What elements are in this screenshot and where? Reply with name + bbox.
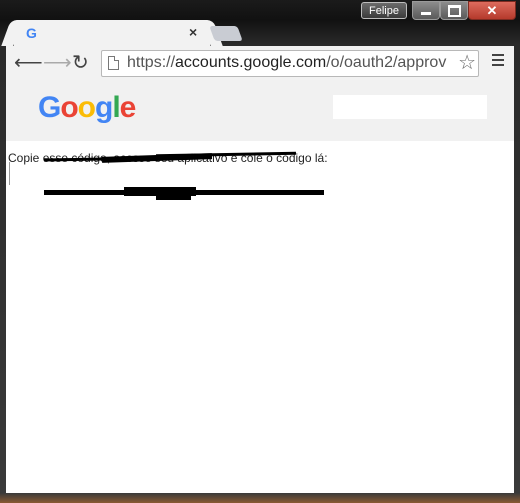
text-cursor bbox=[9, 162, 10, 185]
google-favicon-icon: G bbox=[26, 25, 37, 41]
redaction-mark bbox=[156, 195, 191, 200]
address-bar[interactable]: https://accounts.google.com/o/oauth2/app… bbox=[101, 50, 479, 77]
reload-button[interactable]: ↻ bbox=[72, 50, 89, 76]
url-text[interactable]: https://accounts.google.com/o/oauth2/app… bbox=[127, 54, 446, 72]
header-box bbox=[333, 95, 487, 119]
logo-letter: o bbox=[77, 91, 96, 124]
logo-letter: g bbox=[95, 91, 113, 124]
google-header: Google bbox=[6, 80, 514, 141]
window-bottom-border bbox=[0, 493, 520, 503]
logo-letter: e bbox=[119, 91, 137, 124]
logo-letter: o bbox=[60, 91, 78, 124]
url-host: accounts.google.com bbox=[175, 54, 327, 71]
page-icon bbox=[108, 56, 119, 70]
menu-button[interactable] bbox=[492, 54, 504, 69]
close-window-button[interactable]: ✕ bbox=[468, 1, 516, 20]
bookmark-star-icon[interactable]: ☆ bbox=[456, 51, 476, 75]
back-button[interactable]: ⟵ bbox=[14, 50, 43, 76]
url-path: /o/oauth2/approv bbox=[326, 54, 447, 71]
logo-letter: G bbox=[38, 91, 61, 124]
minimize-button[interactable] bbox=[412, 1, 440, 20]
url-scheme: https:// bbox=[127, 54, 176, 71]
minimize-icon bbox=[421, 12, 431, 15]
page-content: Google Copie esse código, acesse seu apl… bbox=[6, 80, 514, 493]
maximize-button[interactable] bbox=[440, 1, 468, 20]
toolbar: ⟵ ⟶ ↻ https://accounts.google.com/o/oaut… bbox=[6, 46, 514, 80]
tab-close-button[interactable]: × bbox=[189, 24, 197, 40]
forward-button[interactable]: ⟶ bbox=[43, 50, 72, 76]
new-tab-button[interactable] bbox=[209, 26, 243, 41]
google-logo: Google bbox=[38, 91, 137, 125]
browser-window: Felipe ✕ G × ⟵ ⟶ ↻ https://accounts.goog… bbox=[0, 0, 520, 503]
tab-active[interactable]: G × bbox=[14, 20, 210, 46]
logo-letter: l bbox=[112, 91, 120, 124]
close-icon: ✕ bbox=[486, 3, 498, 18]
maximize-icon bbox=[447, 4, 461, 17]
profile-button[interactable]: Felipe bbox=[361, 2, 407, 19]
